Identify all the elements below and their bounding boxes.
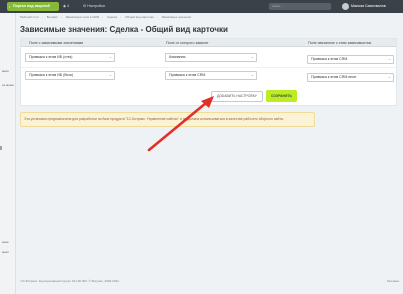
top-admin-bar: › Портал под защитой ◉ 4 ⚙ Настройки пои… [0, 0, 403, 13]
linked-field-select[interactable]: Привязка к этим CRM ⌄ [307, 55, 394, 64]
breadcrumb-item[interactable]: Рабочий стол [20, 15, 39, 19]
add-setting-button[interactable]: ДОБАВИТЬ НАСТРОЙКУ [211, 91, 263, 102]
dependencies-table: Поле с зависимыми значениями Поле от кот… [20, 38, 397, 106]
sidebar-item[interactable]: ания [2, 69, 9, 73]
source-field-select[interactable]: Привязка к этим CRM ⌄ [165, 71, 257, 80]
search-input[interactable]: поиск... [269, 3, 331, 10]
page-title: Зависимые значения: Сделка - Общий вид к… [20, 25, 228, 34]
chevron-right-icon: › [9, 4, 11, 9]
breadcrumb-item[interactable]: Битрикс [47, 15, 58, 19]
column-header: Поле связанное с этим зависимостью [308, 41, 372, 45]
dependent-field-select[interactable]: Привязка к этим ИБ (стек) ⌄ [25, 53, 115, 62]
select-value: Привязка к этим CRM иное [311, 75, 357, 79]
chevron-down-icon: ⌄ [250, 73, 254, 77]
breadcrumb-item: Зависимые значения [161, 15, 192, 19]
row-divider [21, 67, 396, 68]
footer-link[interactable]: Реклама [387, 279, 399, 283]
user-name[interactable]: Максим Самохвалов [351, 2, 386, 11]
breadcrumb-item[interactable]: Зависимые поля в CRM [66, 15, 99, 19]
select-value: Привязка к этим ИБ (блок) [29, 73, 74, 77]
column-header: Поле с зависимыми значениями [29, 41, 84, 45]
linked-field-select[interactable]: Привязка к этим CRM иное ⌄ [307, 73, 394, 82]
notification-count: 4 [67, 4, 70, 8]
breadcrumb-item[interactable]: Общий вид карточки [125, 15, 154, 19]
notifications-counter[interactable]: ◉ 4 [63, 2, 69, 11]
left-sidebar: ания ое меню ение ания [0, 13, 16, 294]
breadcrumb-separator: › [41, 15, 43, 19]
portal-protected-button[interactable]: › Портал под защитой [7, 2, 59, 11]
breadcrumb-separator: › [102, 15, 104, 19]
breadcrumb-item[interactable]: Сделка [107, 15, 117, 19]
chevron-down-icon: ⌄ [108, 55, 112, 59]
breadcrumb: Рабочий стол › Битрикс › Зависимые поля в … [20, 15, 194, 21]
settings-label: Настройки [87, 4, 105, 8]
chevron-down-icon: ⌄ [387, 57, 391, 61]
sidebar-active-marker [0, 146, 2, 150]
table-header: Поле с зависимыми значениями Поле от кот… [21, 39, 396, 47]
sidebar-item[interactable]: ания [2, 250, 9, 254]
sidebar-item[interactable]: ое меню [2, 83, 14, 87]
settings-link[interactable]: ⚙ Настройки [83, 2, 105, 11]
footer-copyright: "1С-Битрикс: Корпоративный портал 24.100… [20, 279, 119, 283]
dev-warning-banner: Эта установка предназначена для разработ… [20, 112, 315, 127]
source-field-select[interactable]: Компания ⌄ [165, 53, 257, 62]
save-button[interactable]: СОХРАНИТЬ [266, 90, 297, 102]
chevron-down-icon: ⌄ [250, 55, 254, 59]
avatar[interactable] [342, 3, 349, 10]
portal-button-label: Портал под защитой [13, 4, 50, 8]
dependent-field-select[interactable]: Привязка к этим ИБ (блок) ⌄ [25, 71, 115, 80]
select-value: Привязка к этим ИБ (стек) [29, 55, 73, 59]
breadcrumb-separator: › [60, 15, 62, 19]
chevron-down-icon: ⌄ [108, 73, 112, 77]
column-header: Поле от которого зависит [166, 41, 209, 45]
sidebar-item[interactable]: ение [2, 240, 9, 244]
breadcrumb-separator: › [120, 15, 122, 19]
select-value: Компания [169, 55, 186, 59]
breadcrumb-separator: › [156, 15, 158, 19]
chevron-down-icon: ⌄ [387, 75, 391, 79]
select-value: Привязка к этим CRM [169, 73, 206, 77]
select-value: Привязка к этим CRM [311, 57, 348, 61]
